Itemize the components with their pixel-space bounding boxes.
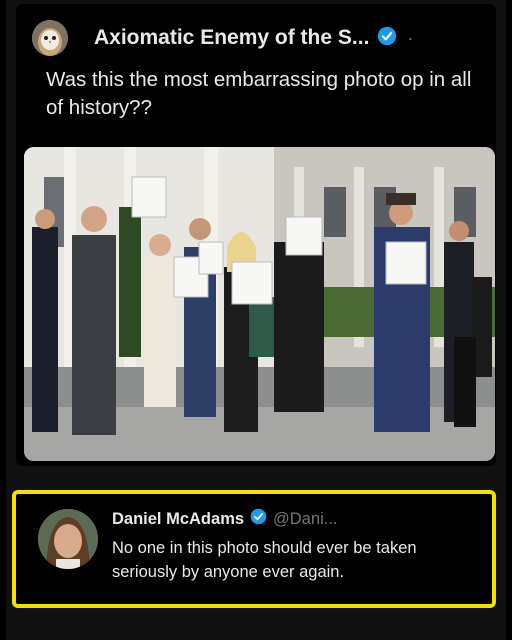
post-author-name[interactable]: Axiomatic Enemy of the S... (94, 26, 369, 50)
reply-card-highlighted[interactable]: Daniel McAdams @Dani... No one in this p… (12, 490, 496, 608)
post-text: Was this the most embarrassing photo op … (46, 68, 472, 119)
reply-handle[interactable]: @Dani... (273, 510, 337, 529)
reply-author-name[interactable]: Daniel McAdams (112, 510, 244, 529)
group-photo-image[interactable] (24, 147, 495, 461)
verified-badge-icon (250, 508, 267, 530)
reply-text: No one in this photo should ever be take… (112, 539, 417, 581)
separator-dot: · (407, 27, 414, 48)
verified-badge-icon (377, 26, 397, 51)
reply-header: Daniel McAdams @Dani... (112, 508, 337, 530)
owl-avatar-icon[interactable] (32, 20, 68, 56)
post-header: Axiomatic Enemy of the S... · (94, 24, 413, 52)
reply-avatar[interactable] (38, 509, 98, 569)
